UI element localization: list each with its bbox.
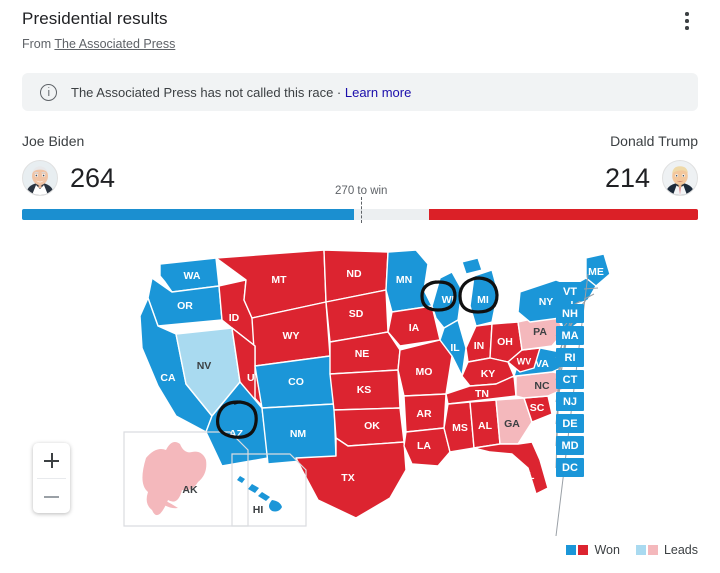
page-title: Presidential results xyxy=(22,9,168,28)
svg-text:MI: MI xyxy=(477,294,489,306)
svg-text:NJ: NJ xyxy=(563,396,577,408)
source-prefix: From xyxy=(22,37,52,51)
svg-text:MO: MO xyxy=(416,366,433,378)
svg-text:NM: NM xyxy=(290,428,307,440)
candidate-name-left: Joe Biden xyxy=(22,133,85,149)
hawaii-inset: HI xyxy=(231,453,307,527)
map-zoom-controls[interactable] xyxy=(33,443,70,513)
svg-text:MT: MT xyxy=(271,274,287,286)
svg-text:NC: NC xyxy=(534,380,550,392)
notice-message: The Associated Press has not called this… xyxy=(71,84,345,100)
svg-text:FL: FL xyxy=(522,470,535,482)
legend-won: Won xyxy=(566,543,620,557)
joe-biden-avatar xyxy=(22,160,58,196)
svg-text:WA: WA xyxy=(184,270,201,282)
zoom-in-button[interactable] xyxy=(33,443,70,478)
svg-text:AK: AK xyxy=(182,484,198,496)
svg-text:MD: MD xyxy=(561,440,578,452)
svg-text:ND: ND xyxy=(346,268,362,280)
svg-text:SC: SC xyxy=(530,402,545,414)
svg-text:OK: OK xyxy=(364,420,380,432)
svg-text:OH: OH xyxy=(497,336,513,348)
svg-text:MA: MA xyxy=(561,330,578,342)
svg-text:CA: CA xyxy=(160,372,176,384)
svg-text:CO: CO xyxy=(288,376,304,388)
presidential-results-card: Presidential results From The Associated… xyxy=(0,0,720,573)
svg-text:WY: WY xyxy=(283,330,300,342)
svg-text:SD: SD xyxy=(349,308,364,320)
electoral-votes-right: 214 xyxy=(604,163,650,193)
bar-segment-trump xyxy=(429,209,698,220)
card-header: Presidential results From The Associated… xyxy=(22,8,698,53)
legend-swatch-won-red xyxy=(578,545,589,555)
race-not-called-notice: The Associated Press has not called this… xyxy=(22,73,698,111)
svg-text:OR: OR xyxy=(177,300,193,312)
source-link[interactable]: The Associated Press xyxy=(54,37,175,51)
svg-text:TN: TN xyxy=(475,388,489,400)
state-box-list: VT NH MA RI CT NJ DE MD DC xyxy=(556,282,584,477)
bar-segment-biden xyxy=(22,209,354,220)
legend-label-won: Won xyxy=(594,543,620,557)
svg-text:GA: GA xyxy=(504,418,520,430)
candidate-right-row: 214 xyxy=(605,160,698,196)
source-attribution: From The Associated Press xyxy=(22,36,698,53)
threshold-tick xyxy=(361,197,363,223)
learn-more-link[interactable]: Learn more xyxy=(345,85,411,100)
svg-text:HI: HI xyxy=(253,504,264,516)
legend-swatch-leads-red xyxy=(647,545,658,555)
legend-label-leads: Leads xyxy=(663,543,698,557)
svg-text:NE: NE xyxy=(355,348,370,360)
us-electoral-map[interactable]: .won-biden{fill:#1b96d8;} .won-trump{fil… xyxy=(0,236,720,536)
svg-text:KY: KY xyxy=(481,368,496,380)
electoral-votes-left: 264 xyxy=(70,163,116,193)
svg-text:AL: AL xyxy=(478,420,493,432)
notice-text: The Associated Press has not called this… xyxy=(71,85,411,100)
svg-text:DE: DE xyxy=(562,418,577,430)
legend-swatch-leads-blue xyxy=(635,545,646,555)
svg-text:AR: AR xyxy=(416,408,432,420)
svg-text:KS: KS xyxy=(357,384,372,396)
threshold-label: 270 to win xyxy=(335,185,388,197)
svg-text:LA: LA xyxy=(417,440,431,452)
candidate-left-row: 264 xyxy=(22,160,115,196)
svg-text:PA: PA xyxy=(533,326,547,338)
more-vert-icon[interactable] xyxy=(676,12,698,38)
map-legend: Won Leads xyxy=(550,543,698,557)
svg-text:RI: RI xyxy=(565,352,576,364)
svg-text:TX: TX xyxy=(341,472,354,484)
svg-text:NY: NY xyxy=(539,296,554,308)
svg-text:IL: IL xyxy=(450,342,460,354)
zoom-out-button[interactable] xyxy=(33,479,70,513)
candidate-name-right: Donald Trump xyxy=(610,133,698,149)
electoral-vote-bar xyxy=(22,209,698,220)
svg-text:NH: NH xyxy=(562,308,578,320)
svg-text:MS: MS xyxy=(452,422,468,434)
svg-text:ID: ID xyxy=(229,312,240,324)
svg-text:VT: VT xyxy=(563,286,577,298)
svg-text:MN: MN xyxy=(396,274,412,286)
legend-swatch-won-blue xyxy=(566,545,577,555)
svg-text:DC: DC xyxy=(562,462,578,474)
svg-text:NV: NV xyxy=(197,360,212,372)
svg-text:IA: IA xyxy=(409,322,420,334)
svg-text:WV: WV xyxy=(517,356,532,366)
svg-text:IN: IN xyxy=(474,340,485,352)
donald-trump-avatar xyxy=(662,160,698,196)
info-icon xyxy=(40,83,57,101)
svg-text:CT: CT xyxy=(563,374,578,386)
svg-text:ME: ME xyxy=(588,266,604,278)
legend-leads: Leads xyxy=(635,543,698,557)
